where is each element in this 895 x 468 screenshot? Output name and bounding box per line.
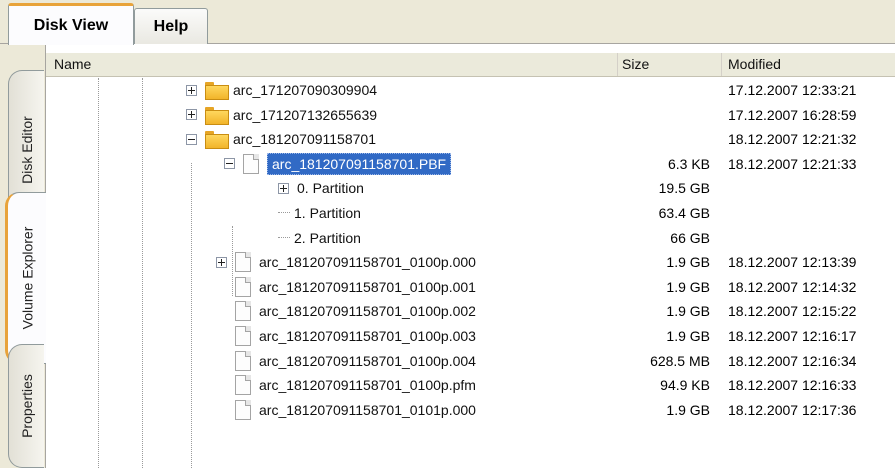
- row-size: 63.4 GB: [658, 204, 710, 221]
- tree-row[interactable]: arc_181207091158701_0100p.003 1.9 GB 18.…: [46, 324, 895, 349]
- row-name: arc_181207091158701_0100p.004: [259, 352, 476, 369]
- row-modified: 17.12.2007 12:33:21: [728, 82, 857, 98]
- side-tab-properties[interactable]: Properties: [8, 344, 44, 468]
- collapse-icon[interactable]: [186, 133, 197, 145]
- row-size: 628.5 MB: [650, 352, 710, 369]
- collapse-icon[interactable]: [224, 158, 235, 170]
- tree-row[interactable]: arc_181207091158701_0100p.000 1.9 GB 18.…: [46, 250, 895, 275]
- row-name: arc_181207091158701_0100p.pfm: [259, 377, 476, 394]
- file-icon: [235, 276, 251, 297]
- expand-icon[interactable]: [278, 182, 289, 194]
- tree-row[interactable]: arc_181207091158701_0100p.002 1.9 GB 18.…: [46, 299, 895, 324]
- row-size: 1.9 GB: [666, 278, 710, 295]
- row-modified: 18.12.2007 12:16:34: [728, 352, 857, 369]
- tree-row[interactable]: arc_181207091158701_0100p.004 628.5 MB 1…: [46, 349, 895, 374]
- row-modified: 18.12.2007 12:17:36: [728, 401, 857, 418]
- column-header-name[interactable]: Name: [46, 53, 618, 76]
- row-modified: 18.12.2007 12:21:33: [728, 155, 857, 172]
- row-name: 2. Partition: [294, 229, 361, 246]
- tree-row[interactable]: arc_181207091158701_0100p.001 1.9 GB 18.…: [46, 275, 895, 300]
- folder-icon: [205, 106, 229, 125]
- file-icon: [235, 325, 251, 346]
- tree-row[interactable]: arc_181207091158701_0100p.pfm 94.9 KB 18…: [46, 373, 895, 398]
- expand-icon[interactable]: [186, 109, 197, 121]
- tree-row[interactable]: arc_181207091158701_0101p.000 1.9 GB 18.…: [46, 398, 895, 423]
- expand-icon[interactable]: [216, 256, 227, 268]
- folder-icon: [205, 131, 229, 150]
- row-size: 1.9 GB: [666, 401, 710, 418]
- file-tree: arc_171207090309904 17.12.2007 12:33:21 …: [46, 78, 895, 468]
- row-name: arc_181207091158701_0100p.000: [259, 254, 476, 271]
- tab-help-label: Help: [153, 18, 189, 35]
- row-modified: 18.12.2007 12:16:17: [728, 327, 857, 344]
- file-icon: [235, 301, 251, 322]
- tree-row[interactable]: 2. Partition 66 GB: [46, 226, 895, 251]
- side-tab-bar: Disk Editor Volume Explorer Properties: [0, 44, 47, 468]
- row-modified: 18.12.2007 12:16:33: [728, 377, 857, 394]
- row-name: arc_181207091158701_0101p.000: [259, 401, 476, 418]
- row-size: [622, 103, 710, 127]
- tree-row[interactable]: arc_181207091158701 18.12.2007 12:21:32: [46, 127, 895, 152]
- tab-help[interactable]: Help: [134, 8, 208, 45]
- row-name: arc_181207091158701_0100p.002: [259, 303, 476, 320]
- row-size: [622, 127, 710, 151]
- side-tab-properties-label: Properties: [18, 374, 35, 438]
- row-name: 0. Partition: [297, 180, 364, 197]
- row-size: 66 GB: [670, 229, 710, 246]
- side-tab-volume-explorer-label: Volume Explorer: [19, 226, 36, 330]
- tree-row-selected[interactable]: arc_181207091158701.PBF 6.3 KB 18.12.200…: [46, 152, 895, 177]
- row-modified: 18.12.2007 12:15:22: [728, 303, 857, 320]
- side-tab-disk-editor-label: Disk Editor: [18, 116, 35, 184]
- row-size: 1.9 GB: [666, 303, 710, 320]
- volume-explorer-panel: Name Size Modified arc_171207090309904 1…: [46, 44, 895, 468]
- row-name: arc_181207091158701.PBF: [267, 152, 452, 175]
- tab-disk-view[interactable]: Disk View: [8, 3, 134, 45]
- row-size: 94.9 KB: [660, 377, 710, 394]
- file-icon: [235, 350, 251, 371]
- tree-row[interactable]: 0. Partition 19.5 GB: [46, 176, 895, 201]
- row-size: 1.9 GB: [666, 254, 710, 271]
- file-icon: [235, 375, 251, 396]
- row-name: arc_181207091158701_0100p.001: [259, 278, 476, 295]
- tree-row[interactable]: arc_171207090309904 17.12.2007 12:33:21: [46, 78, 895, 103]
- column-header: Name Size Modified: [46, 53, 895, 77]
- row-name: arc_181207091158701_0100p.003: [259, 327, 476, 344]
- side-tab-volume-explorer[interactable]: Volume Explorer: [5, 192, 47, 364]
- tab-disk-view-label: Disk View: [33, 16, 109, 34]
- tree-row[interactable]: arc_171207132655639 17.12.2007 16:28:59: [46, 103, 895, 128]
- column-header-modified[interactable]: Modified: [722, 53, 895, 76]
- top-tab-bar: Disk View Help: [0, 0, 895, 45]
- tree-connector: [278, 237, 290, 239]
- tree-connector: [278, 212, 290, 214]
- row-name: arc_171207132655639: [233, 106, 378, 123]
- row-size: 1.9 GB: [666, 327, 710, 344]
- file-icon: [235, 399, 251, 420]
- expand-icon[interactable]: [186, 84, 197, 96]
- row-modified: 18.12.2007 12:13:39: [728, 254, 857, 271]
- row-size: [622, 78, 710, 102]
- row-name: arc_171207090309904: [233, 82, 378, 98]
- row-size: 6.3 KB: [667, 155, 710, 172]
- row-modified: 18.12.2007 12:21:32: [728, 131, 857, 148]
- row-name: 1. Partition: [294, 204, 361, 221]
- row-size: 19.5 GB: [658, 180, 710, 197]
- file-icon: [235, 252, 251, 273]
- row-name: arc_181207091158701: [233, 131, 376, 148]
- column-header-size[interactable]: Size: [618, 53, 722, 76]
- file-icon: [243, 153, 259, 174]
- tree-row[interactable]: 1. Partition 63.4 GB: [46, 201, 895, 226]
- row-modified: 18.12.2007 12:14:32: [728, 278, 857, 295]
- row-modified: 17.12.2007 16:28:59: [728, 106, 857, 123]
- folder-icon: [205, 82, 229, 100]
